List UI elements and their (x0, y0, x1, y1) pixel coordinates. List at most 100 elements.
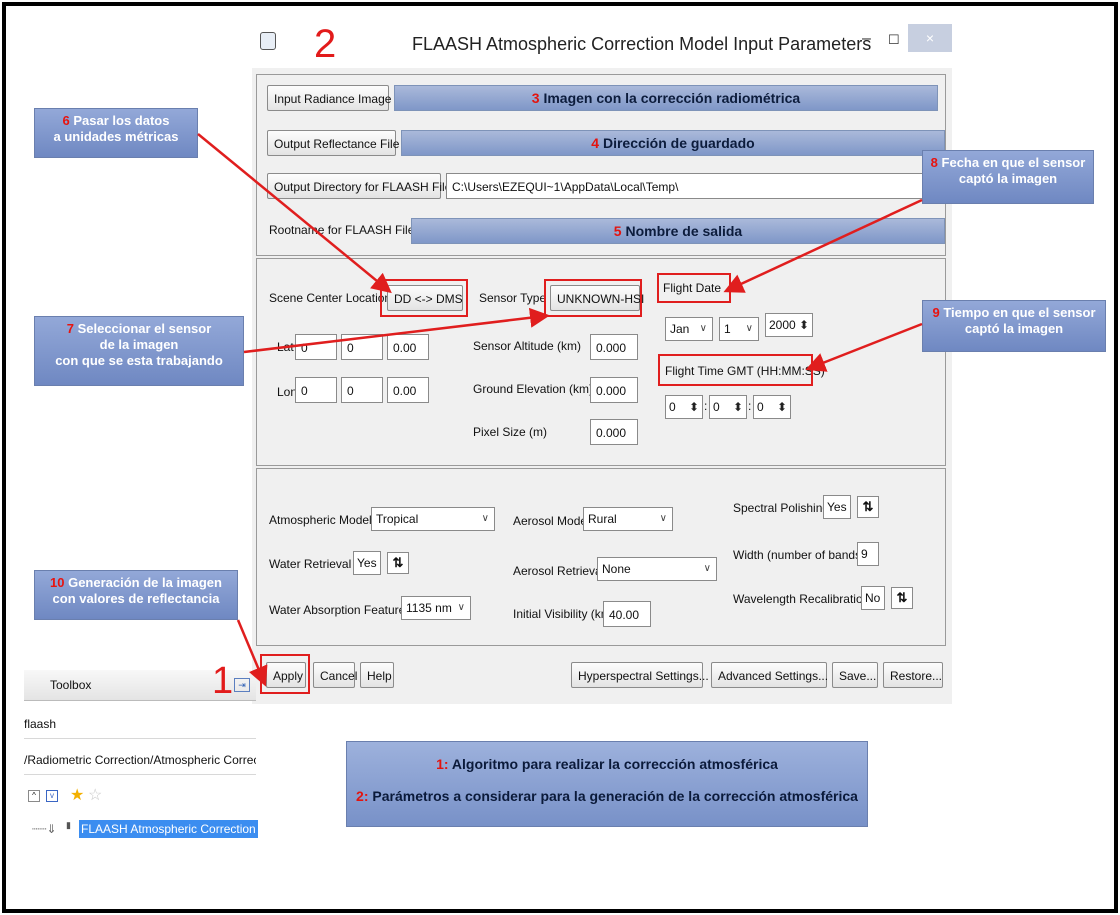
apply-highlight (260, 654, 310, 694)
unfavorite-star-icon[interactable]: ☆ (88, 782, 102, 810)
ground-elevation-label: Ground Elevation (km) (473, 382, 594, 396)
sort-toggle-icon[interactable]: ⇅ (387, 552, 409, 574)
aerosol-retrieval-select[interactable]: None ∨ (597, 557, 717, 581)
collapse-icon[interactable]: ^ (28, 790, 40, 802)
input-radiance-field[interactable]: 3 Imagen con la corrección radiométrica (394, 85, 938, 111)
callout-9: 9 Tiempo en que el sensor captó la image… (922, 300, 1106, 352)
binary-tool-icon: ▮ (66, 820, 71, 830)
callout-6-line1: Pasar los datos (73, 113, 170, 128)
restore-button[interactable]: Restore... (883, 662, 943, 688)
callout-7-line2: de la imagen (99, 337, 179, 352)
hyperspectral-settings-button[interactable]: Hyperspectral Settings... (571, 662, 709, 688)
lon-min-field[interactable]: 0 (341, 377, 383, 403)
callout-9-line1: Tiempo en que el sensor (943, 305, 1096, 320)
ground-elevation-field[interactable]: 0.000 (590, 377, 638, 403)
wavelength-recal-label: Wavelength Recalibration (733, 592, 870, 606)
rootname-field[interactable]: 5 Nombre de salida (411, 218, 945, 244)
input-radiance-num: 3 (531, 90, 540, 106)
hour-spinner[interactable]: 0 ⬍ (665, 395, 703, 419)
hour-value: 0 (669, 400, 676, 414)
output-directory-field[interactable]: C:\Users\EZEQUI~1\AppData\Local\Temp\ (446, 173, 941, 199)
output-reflectance-field[interactable]: 4 Dirección de guardado (401, 130, 945, 156)
width-bands-label: Width (number of bands) (733, 548, 866, 562)
files-panel: Input Radiance Image 3 Imagen con la cor… (256, 74, 946, 256)
initial-visibility-field[interactable]: 40.00 (603, 601, 651, 627)
window-title: FLAASH Atmospheric Correction Model Inpu… (412, 34, 872, 54)
water-retrieval-field[interactable]: Yes (353, 551, 381, 575)
expand-icon[interactable]: v (46, 790, 58, 802)
atmospheric-model-label: Atmospheric Model (269, 513, 372, 527)
sensor-altitude-label: Sensor Altitude (km) (473, 339, 582, 353)
rootname-value: Nombre de salida (625, 223, 743, 239)
day-select[interactable]: 1 ∨ (719, 317, 759, 341)
water-absorption-label: Water Absorption Feature (269, 603, 406, 617)
minimize-button[interactable]: – (862, 30, 871, 48)
scene-panel: Scene Center Location DD <-> DMS Lat 0 0… (256, 258, 946, 466)
toolbox-path: /Radiometric Correction/Atmospheric Corr… (24, 746, 256, 775)
pixel-size-field[interactable]: 0.000 (590, 419, 638, 445)
advanced-settings-button[interactable]: Advanced Settings... (711, 662, 828, 688)
toolbox-search-field[interactable]: flaash (24, 710, 256, 739)
favorite-star-icon[interactable]: ★ (70, 782, 84, 810)
maximize-button[interactable]: ☐ (888, 32, 900, 48)
cancel-button[interactable]: Cancel (313, 662, 357, 688)
output-reflectance-button[interactable]: Output Reflectance File (267, 130, 399, 156)
sensor-altitude-field[interactable]: 0.000 (590, 334, 638, 360)
sort-toggle-icon[interactable]: ⇅ (891, 587, 913, 609)
aerosol-model-select[interactable]: Rural ∨ (583, 507, 673, 531)
flight-time-highlight (658, 354, 813, 386)
lon-sec-field[interactable]: 0.00 (387, 377, 429, 403)
spectral-polishing-field[interactable]: Yes (823, 495, 851, 519)
width-bands-field[interactable]: 9 (857, 542, 879, 566)
wavelength-recal-field[interactable]: No (861, 586, 885, 610)
legend-box: 1: Algoritmo para realizar la corrección… (346, 741, 868, 827)
month-select[interactable]: Jan ∨ (665, 317, 713, 341)
spinner-arrows-icon[interactable]: ⬍ (733, 396, 743, 418)
aerosol-model-label: Aerosol Model (513, 514, 590, 528)
callout-7-line1: Seleccionar el sensor (77, 321, 212, 336)
legend-num-2: 2: (356, 788, 369, 804)
callout-7-num: 7 (66, 321, 74, 336)
lat-min-field[interactable]: 0 (341, 334, 383, 360)
legend-num-1: 1: (436, 756, 449, 772)
rootname-num: 5 (613, 223, 622, 239)
time-separator: : (748, 399, 752, 413)
chevron-down-icon: ∨ (745, 323, 753, 334)
close-button[interactable]: × (908, 24, 952, 52)
help-button[interactable]: Help (360, 662, 394, 688)
sensor-type-label: Sensor Type (479, 291, 547, 305)
spectral-polishing-label: Spectral Polishing (733, 501, 830, 515)
time-separator: : (704, 399, 708, 413)
minute-spinner[interactable]: 0 ⬍ (709, 395, 747, 419)
tree-connector-icon: ┈┈⇓ (32, 822, 57, 836)
spinner-arrows-icon[interactable]: ⬍ (799, 314, 809, 336)
lat-label: Lat (277, 340, 294, 354)
chevron-down-icon: ∨ (481, 513, 489, 524)
atmospheric-model-select[interactable]: Tropical ∨ (371, 507, 495, 531)
callout-8-num: 8 (930, 155, 938, 170)
lat-deg-field[interactable]: 0 (295, 334, 337, 360)
flaash-tool-item[interactable]: FLAASH Atmospheric Correction (79, 820, 258, 838)
chevron-down-icon: ∨ (703, 563, 711, 574)
callout-6: 6 Pasar los datos a unidades métricas (34, 108, 198, 158)
output-directory-button[interactable]: Output Directory for FLAASH Files (267, 173, 457, 199)
atmospheric-model-value: Tropical (376, 512, 419, 526)
spinner-arrows-icon[interactable]: ⬍ (689, 396, 699, 418)
sort-toggle-icon[interactable]: ⇅ (857, 496, 879, 518)
toolbox-header: Toolbox 1 ⇥ (24, 662, 256, 701)
water-absorption-select[interactable]: 1135 nm ∨ (401, 596, 471, 620)
lon-deg-field[interactable]: 0 (295, 377, 337, 403)
spinner-arrows-icon[interactable]: ⬍ (777, 396, 787, 418)
chevron-down-icon: ∨ (699, 323, 707, 334)
input-radiance-button[interactable]: Input Radiance Image (267, 85, 391, 111)
dock-icon[interactable]: ⇥ (234, 678, 250, 692)
aerosol-retrieval-value: None (602, 562, 631, 576)
second-spinner[interactable]: 0 ⬍ (753, 395, 791, 419)
callout-7-line3: con que se esta trabajando (55, 353, 223, 368)
callout-10-line2: con valores de reflectancia (52, 591, 220, 606)
callout-10-line1: Generación de la imagen (68, 575, 222, 590)
year-spinner[interactable]: 2000 ⬍ (765, 313, 813, 337)
save-button[interactable]: Save... (832, 662, 878, 688)
lat-sec-field[interactable]: 0.00 (387, 334, 429, 360)
model-panel: Atmospheric Model Tropical ∨ Water Retrie… (256, 468, 946, 646)
